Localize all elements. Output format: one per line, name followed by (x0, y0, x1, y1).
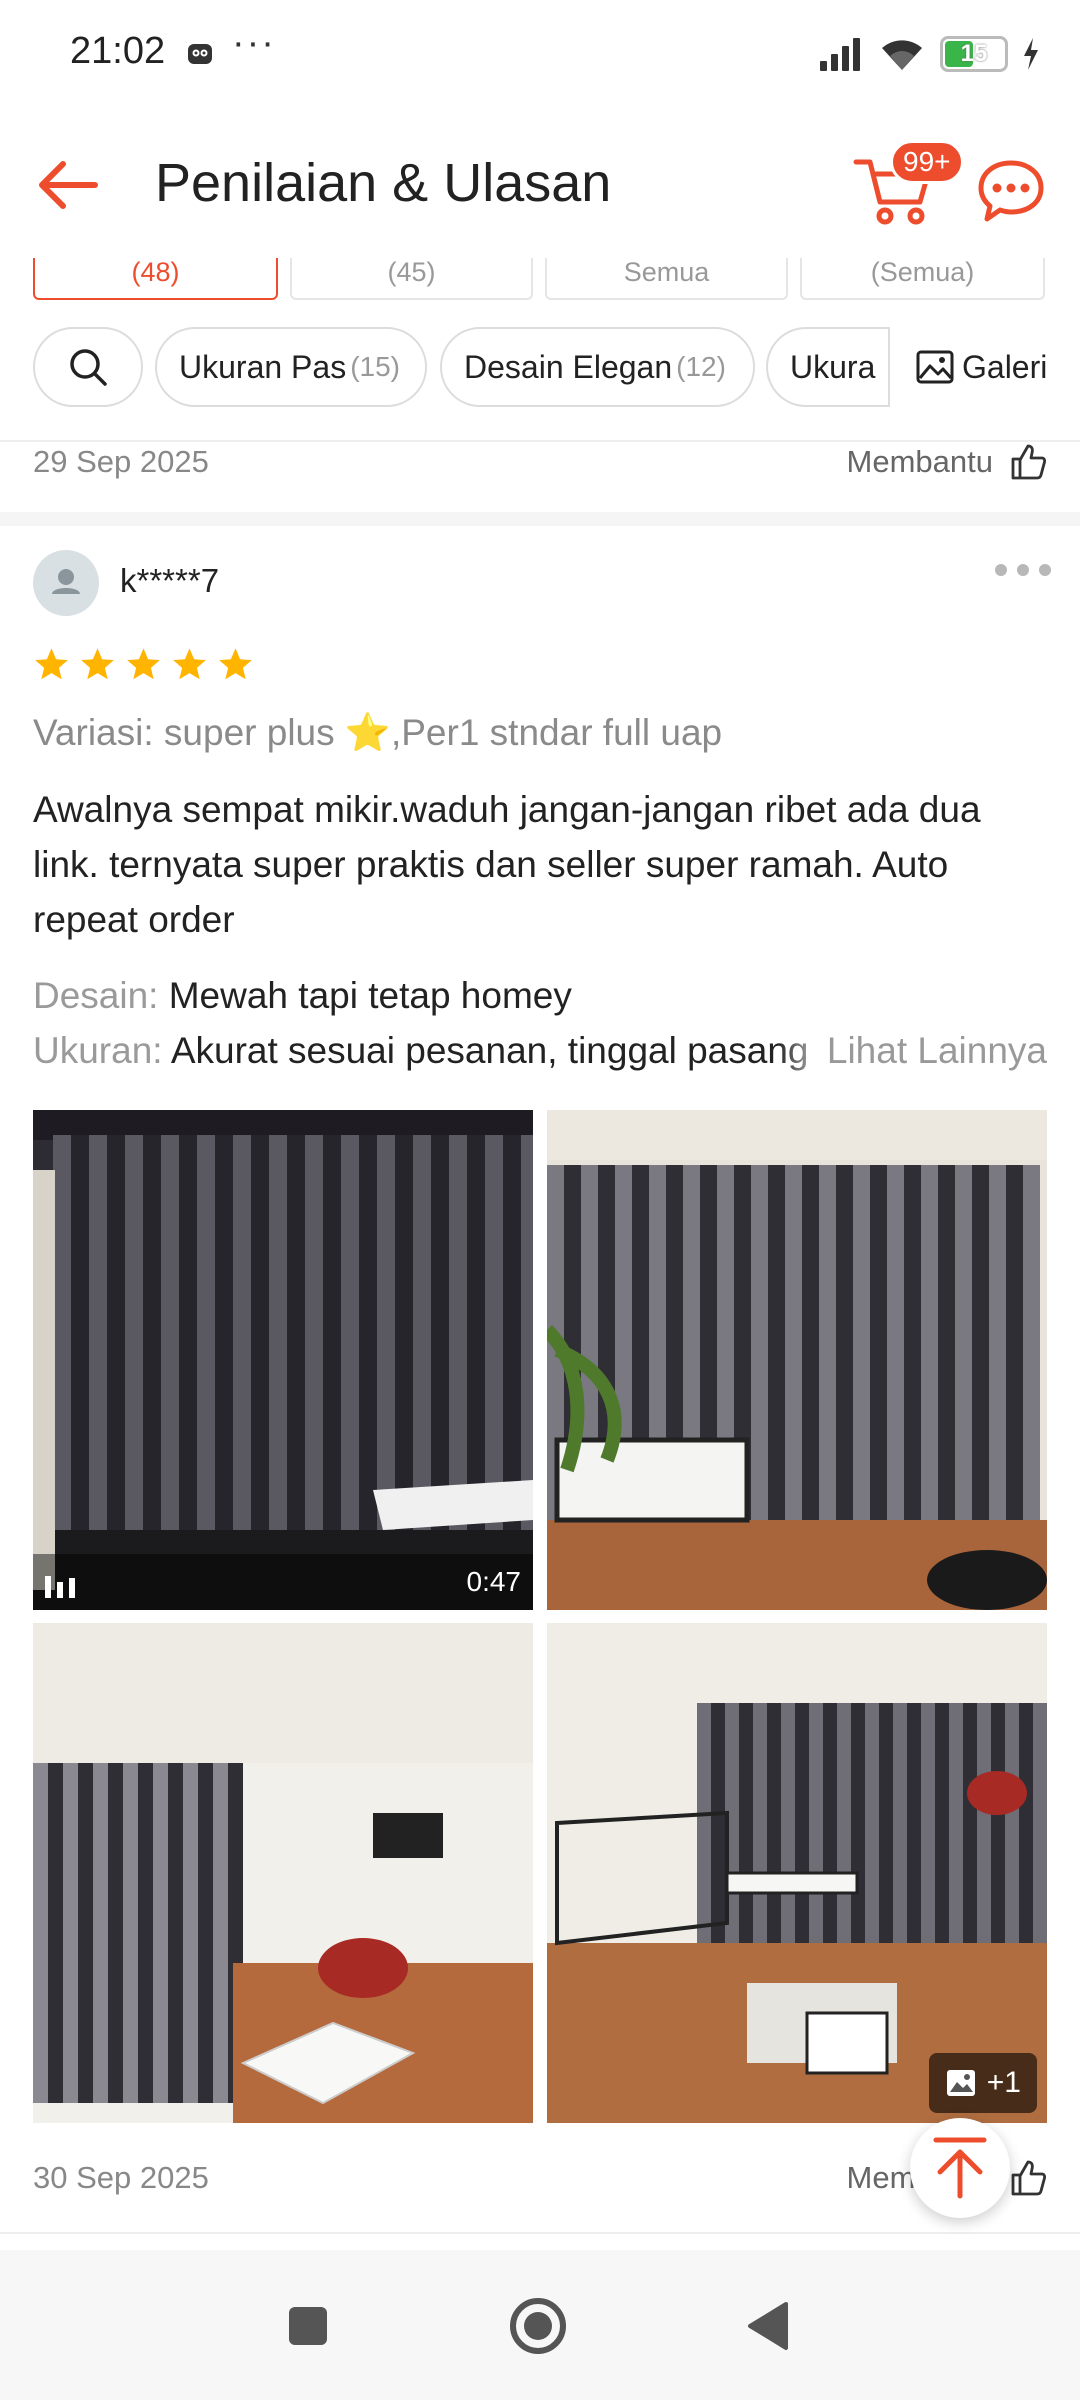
status-more-dots: ··· (232, 22, 276, 64)
image-icon (946, 2070, 975, 2096)
notification-icon (188, 44, 212, 64)
charging-icon (1024, 38, 1038, 70)
review-photo[interactable] (33, 1623, 533, 2123)
chat-icon (978, 160, 1044, 222)
rating-tab-3[interactable]: Semua (545, 258, 788, 300)
rating-tab-2[interactable]: (45) (290, 258, 533, 300)
review-photo[interactable] (547, 1110, 1047, 1610)
back-arrow-icon (39, 161, 98, 209)
battery-icon: 15 (940, 36, 1008, 72)
search-chip[interactable] (33, 327, 143, 407)
more-photos-badge[interactable]: +1 (928, 2053, 1037, 2113)
home-icon (510, 2298, 566, 2354)
star-rating (33, 646, 254, 683)
attribute-design: Desain: Mewah tapi tetap homey (33, 968, 1047, 1023)
review-date: 29 Sep 2025 (33, 444, 209, 479)
previous-review-footer: 29 Sep 2025 Membantu (33, 432, 1047, 492)
header: Penilaian & Ulasan 99+ (0, 110, 1080, 260)
more-photos-count: +1 (986, 2066, 1021, 2099)
gallery-button[interactable]: Galeri (888, 327, 1048, 407)
page-title: Penilaian & Ulasan (155, 153, 612, 213)
curtain-photo (547, 1110, 1047, 1610)
attribute-size: Ukuran: Akurat sesuai pesanan, tinggal p… (33, 1023, 1047, 1078)
helpful-button[interactable]: Membantu (847, 443, 1047, 481)
recents-icon (289, 2307, 327, 2345)
reviewer-username: k*****7 (120, 562, 220, 599)
thumbs-up-icon (1011, 2160, 1047, 2196)
attribute-label: Desain: (33, 975, 159, 1016)
signal-icon (820, 38, 860, 71)
rating-tab-4[interactable]: (Semua) (800, 258, 1045, 300)
star-icon (219, 648, 252, 680)
chip-ukuran-pas[interactable]: Ukuran Pas (15) (155, 327, 427, 407)
filter-chip-row: Ukuran Pas (15) Desain Elegan (12) Ukura… (0, 322, 1080, 412)
chip-label: Ukura (790, 348, 876, 385)
video-play-icon (45, 1576, 75, 1598)
product-variation: Variasi: super plus ⭐️,Per1 stndar full … (33, 712, 723, 753)
chip-label: Desain Elegan (464, 348, 673, 385)
star-icon (81, 648, 114, 680)
system-navigation-bar (0, 2250, 1080, 2400)
back-button[interactable] (28, 145, 108, 225)
review-text: Awalnya sempat mikir.waduh jangan-jangan… (33, 789, 981, 940)
video-overlay (33, 1554, 533, 1610)
review-footer: 30 Sep 2025 Membantu (33, 2148, 1047, 2208)
image-icon (916, 350, 954, 384)
arrow-up-icon (933, 2137, 987, 2199)
rating-filter-tabs: (48) (45) Semua (Semua) (0, 258, 1080, 306)
wifi-icon (882, 40, 922, 70)
chip-label: Ukuran Pas (179, 348, 347, 385)
divider (0, 2232, 1080, 2234)
attribute-label: Ukuran: (33, 1030, 163, 1071)
more-options-button[interactable] (995, 555, 1051, 585)
search-icon (70, 349, 107, 386)
review-date: 30 Sep 2025 (33, 2160, 209, 2195)
scroll-to-top-button[interactable] (910, 2118, 1010, 2218)
chat-button[interactable] (975, 155, 1047, 227)
video-duration: 0:47 (466, 1566, 522, 1597)
chip-count: (12) (676, 351, 726, 382)
home-button[interactable] (506, 2294, 570, 2358)
user-icon (52, 569, 80, 594)
avatar[interactable] (33, 550, 99, 616)
attribute-value: Mewah tapi tetap homey (168, 975, 572, 1016)
section-divider (0, 512, 1080, 526)
recents-button[interactable] (276, 2294, 340, 2358)
curtain-photo (547, 1623, 1047, 2123)
star-icon (127, 648, 160, 680)
helpful-label: Membantu (846, 444, 993, 479)
review-video-thumbnail[interactable]: 0:47 (33, 1110, 533, 1610)
status-time: 21:02 (70, 30, 166, 72)
rating-tab-1[interactable]: (48) (33, 258, 278, 300)
review-photo[interactable]: +1 (547, 1623, 1047, 2123)
curtain-photo (33, 1623, 533, 2123)
chip-count: (15) (350, 351, 400, 382)
cart-count-badge: 99+ (890, 140, 964, 184)
thumbs-up-icon (1011, 444, 1047, 480)
see-more-link[interactable]: Lihat Lainnya (776, 1023, 1047, 1078)
attribute-value: Akurat sesuai pesanan, tinggal pasang (170, 1030, 809, 1071)
gallery-label: Galeri (962, 348, 1048, 385)
curtain-photo (33, 1110, 533, 1610)
back-triangle-icon (748, 2302, 788, 2350)
battery-level: 15 (960, 40, 988, 67)
chip-desain-elegan[interactable]: Desain Elegan (12) (440, 327, 755, 407)
status-bar: 21:02 ··· 15 (0, 0, 1080, 110)
star-icon (35, 648, 68, 680)
back-nav-button[interactable] (736, 2294, 800, 2358)
star-icon (173, 648, 206, 680)
